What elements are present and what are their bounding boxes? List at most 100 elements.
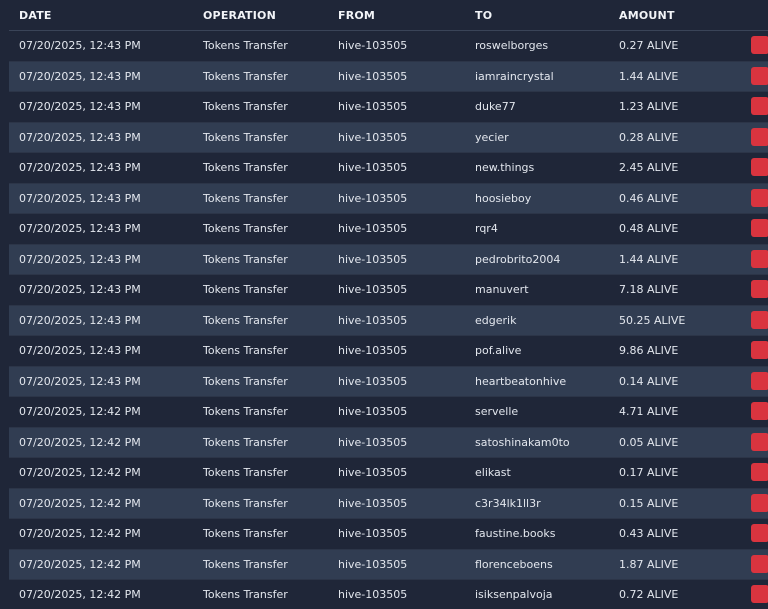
details-icon[interactable] (751, 249, 768, 268)
details-icon[interactable] (751, 432, 768, 451)
details-icon[interactable] (751, 310, 768, 329)
cell-to[interactable]: manuvert (465, 275, 609, 306)
cell-date: 07/20/2025, 12:43 PM (19, 252, 141, 266)
cell-from[interactable]: hive-103505 (328, 183, 465, 214)
cell-operation: Tokens Transfer (203, 191, 288, 205)
cell-from[interactable]: hive-103505 (328, 244, 465, 275)
table-body: 07/20/2025, 12:43 PM Tokens Transfer hive-… (9, 30, 768, 609)
cell-to[interactable]: isiksenpalvoja (465, 580, 609, 609)
table-row[interactable]: 07/20/2025, 12:43 PM Tokens Transfer hive-… (9, 183, 768, 214)
cell-from[interactable]: hive-103505 (328, 519, 465, 550)
details-icon[interactable] (751, 219, 768, 238)
cell-to[interactable]: c3r34lk1ll3r (465, 488, 609, 519)
details-icon[interactable] (751, 36, 768, 55)
cell-date: 07/20/2025, 12:43 PM (19, 222, 141, 236)
details-icon[interactable] (751, 524, 768, 543)
cell-operation: Tokens Transfer (203, 39, 288, 53)
cell-from[interactable]: hive-103505 (328, 549, 465, 580)
table-row[interactable]: 07/20/2025, 12:42 PM Tokens Transfer hive-… (9, 457, 768, 489)
cell-date: 07/20/2025, 12:43 PM (19, 374, 141, 388)
cell-to[interactable]: hoosieboy (465, 183, 609, 214)
header-date: DATE (9, 0, 193, 31)
details-icon[interactable] (751, 493, 768, 512)
cell-from[interactable]: hive-103505 (328, 31, 465, 62)
cell-from[interactable]: hive-103505 (328, 488, 465, 519)
table-row[interactable]: 07/20/2025, 12:43 PM Tokens Transfer hive-… (9, 335, 768, 367)
cell-to[interactable]: yecier (465, 122, 609, 153)
cell-operation: Tokens Transfer (203, 435, 288, 449)
table-row[interactable]: 07/20/2025, 12:42 PM Tokens Transfer hive-… (9, 579, 768, 609)
cell-to[interactable]: duke77 (465, 92, 609, 123)
details-icon[interactable] (751, 402, 768, 421)
cell-to[interactable]: faustine.books (465, 519, 609, 550)
cell-to[interactable]: pedrobrito2004 (465, 244, 609, 275)
cell-actions (751, 336, 768, 367)
header-actions (751, 0, 768, 31)
table-row[interactable]: 07/20/2025, 12:43 PM Tokens Transfer hive-… (9, 122, 768, 153)
cell-to[interactable]: satoshinakam0to (465, 427, 609, 458)
cell-from[interactable]: hive-103505 (328, 214, 465, 245)
details-icon[interactable] (751, 554, 768, 573)
table-row[interactable]: 07/20/2025, 12:43 PM Tokens Transfer hive-… (9, 366, 768, 397)
cell-from[interactable]: hive-103505 (328, 122, 465, 153)
cell-date: 07/20/2025, 12:43 PM (19, 313, 141, 327)
details-icon[interactable] (751, 371, 768, 390)
cell-from[interactable]: hive-103505 (328, 458, 465, 489)
cell-amount: 50.25 ALIVE (619, 313, 686, 327)
cell-from[interactable]: hive-103505 (328, 427, 465, 458)
details-icon[interactable] (751, 341, 768, 360)
table-row[interactable]: 07/20/2025, 12:42 PM Tokens Transfer hive-… (9, 396, 768, 428)
details-icon[interactable] (751, 158, 768, 177)
cell-from[interactable]: hive-103505 (328, 336, 465, 367)
table-row[interactable]: 07/20/2025, 12:43 PM Tokens Transfer hive-… (9, 274, 768, 306)
cell-amount: 0.17 ALIVE (619, 466, 679, 480)
cell-from[interactable]: hive-103505 (328, 366, 465, 397)
table-row[interactable]: 07/20/2025, 12:43 PM Tokens Transfer hive-… (9, 305, 768, 336)
cell-to[interactable]: elikast (465, 458, 609, 489)
cell-to[interactable]: edgerik (465, 305, 609, 336)
table-row[interactable]: 07/20/2025, 12:42 PM Tokens Transfer hive-… (9, 488, 768, 519)
cell-from[interactable]: hive-103505 (328, 305, 465, 336)
cell-to[interactable]: rqr4 (465, 214, 609, 245)
cell-from[interactable]: hive-103505 (328, 61, 465, 92)
table-header: DATE OPERATION FROM TO AMOUNT (9, 0, 768, 31)
cell-amount: 7.18 ALIVE (619, 283, 679, 297)
cell-to[interactable]: florenceboens (465, 549, 609, 580)
cell-from[interactable]: hive-103505 (328, 153, 465, 184)
table-row[interactable]: 07/20/2025, 12:42 PM Tokens Transfer hive-… (9, 427, 768, 458)
details-icon[interactable] (751, 188, 768, 207)
cell-from[interactable]: hive-103505 (328, 397, 465, 428)
table-row[interactable]: 07/20/2025, 12:43 PM Tokens Transfer hive-… (9, 213, 768, 245)
cell-from[interactable]: hive-103505 (328, 275, 465, 306)
cell-to[interactable]: iamraincrystal (465, 61, 609, 92)
cell-date: 07/20/2025, 12:43 PM (19, 130, 141, 144)
details-icon[interactable] (751, 585, 768, 604)
cell-actions (751, 214, 768, 245)
table-row[interactable]: 07/20/2025, 12:43 PM Tokens Transfer hive-… (9, 91, 768, 123)
cell-actions (751, 549, 768, 580)
cell-amount: 1.23 ALIVE (619, 100, 679, 114)
cell-to[interactable]: servelle (465, 397, 609, 428)
cell-amount: 0.72 ALIVE (619, 588, 679, 602)
details-icon[interactable] (751, 66, 768, 85)
cell-to[interactable]: new.things (465, 153, 609, 184)
table-row[interactable]: 07/20/2025, 12:43 PM Tokens Transfer hive-… (9, 30, 768, 62)
details-icon[interactable] (751, 127, 768, 146)
table-row[interactable]: 07/20/2025, 12:42 PM Tokens Transfer hive-… (9, 518, 768, 550)
cell-operation: Tokens Transfer (203, 222, 288, 236)
cell-to[interactable]: roswelborges (465, 31, 609, 62)
cell-to[interactable]: pof.alive (465, 336, 609, 367)
table-row[interactable]: 07/20/2025, 12:42 PM Tokens Transfer hive-… (9, 549, 768, 580)
details-icon[interactable] (751, 463, 768, 482)
cell-to[interactable]: heartbeatonhive (465, 366, 609, 397)
cell-actions (751, 153, 768, 184)
details-icon[interactable] (751, 97, 768, 116)
cell-from[interactable]: hive-103505 (328, 92, 465, 123)
details-icon[interactable] (751, 280, 768, 299)
table-row[interactable]: 07/20/2025, 12:43 PM Tokens Transfer hive-… (9, 244, 768, 275)
cell-from[interactable]: hive-103505 (328, 580, 465, 609)
table-row[interactable]: 07/20/2025, 12:43 PM Tokens Transfer hive-… (9, 61, 768, 92)
table-row[interactable]: 07/20/2025, 12:43 PM Tokens Transfer hive-… (9, 152, 768, 184)
cell-amount: 2.45 ALIVE (619, 161, 679, 175)
cell-actions (751, 397, 768, 428)
